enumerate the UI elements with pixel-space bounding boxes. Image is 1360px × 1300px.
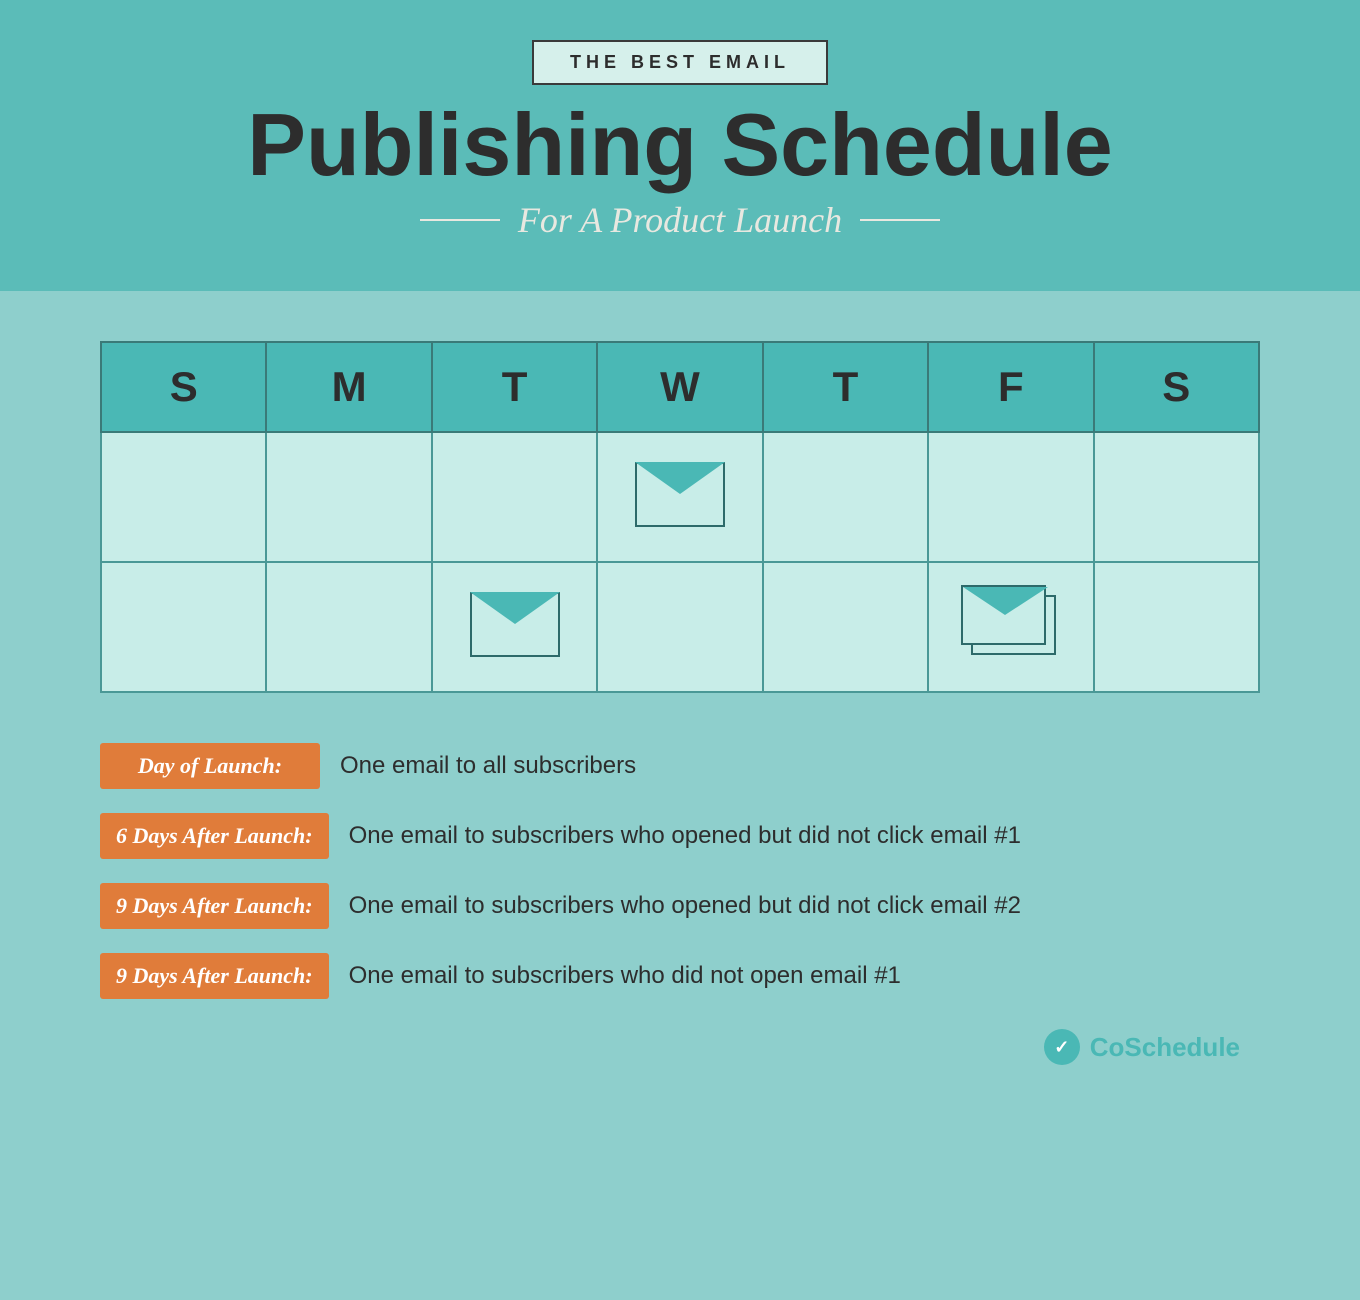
branding: ✓ CoSchedule — [100, 1029, 1260, 1065]
cell-r1-thu — [763, 432, 928, 562]
cell-r2-sun — [101, 562, 266, 692]
legend-badge-1: Day of Launch: — [100, 743, 320, 789]
cell-r2-thu — [763, 562, 928, 692]
day-header-mon: M — [266, 342, 431, 432]
calendar-row-1 — [101, 432, 1259, 562]
cell-r1-tue — [432, 432, 597, 562]
header-section: THE BEST EMAIL Publishing Schedule For A… — [0, 0, 1360, 291]
day-header-fri: F — [928, 342, 1093, 432]
main-content: S M T W T F S — [0, 291, 1360, 1105]
envelope-flap-tue — [470, 592, 560, 624]
cell-r1-sat — [1094, 432, 1259, 562]
envelope-flap — [635, 462, 725, 494]
cell-r1-wed — [597, 432, 762, 562]
envelope-front-flap — [963, 587, 1048, 615]
cell-r1-fri — [928, 432, 1093, 562]
header-line-left — [420, 219, 500, 221]
cell-r1-sun — [101, 432, 266, 562]
header-subtitle: For A Product Launch — [518, 199, 842, 241]
cell-r2-sat — [1094, 562, 1259, 692]
day-header-wed: W — [597, 342, 762, 432]
subtitle-row: For A Product Launch — [0, 199, 1360, 241]
legend-text-4: One email to subscribers who did not ope… — [349, 962, 901, 990]
legend-item-4: 9 Days After Launch: One email to subscr… — [100, 953, 1260, 999]
legend-text-1: One email to all subscribers — [340, 752, 636, 780]
day-header-sat: S — [1094, 342, 1259, 432]
legend: Day of Launch: One email to all subscrib… — [100, 743, 1260, 999]
day-header-thu: T — [763, 342, 928, 432]
cell-r2-fri — [928, 562, 1093, 692]
header-title: Publishing Schedule — [0, 101, 1360, 189]
coschedule-check-icon: ✓ — [1044, 1029, 1080, 1065]
cell-r2-tue — [432, 562, 597, 692]
envelope-front — [961, 585, 1046, 645]
legend-item-2: 6 Days After Launch: One email to subscr… — [100, 813, 1260, 859]
legend-text-3: One email to subscribers who opened but … — [349, 892, 1021, 920]
envelope-double-fri — [961, 585, 1061, 665]
envelope-wed — [635, 462, 725, 527]
header-line-right — [860, 219, 940, 221]
legend-item-3: 9 Days After Launch: One email to subscr… — [100, 883, 1260, 929]
calendar-header-row: S M T W T F S — [101, 342, 1259, 432]
cell-r1-mon — [266, 432, 431, 562]
legend-badge-3: 9 Days After Launch: — [100, 883, 329, 929]
header-badge: THE BEST EMAIL — [532, 40, 828, 85]
cell-r2-wed — [597, 562, 762, 692]
legend-badge-4: 9 Days After Launch: — [100, 953, 329, 999]
day-header-tue: T — [432, 342, 597, 432]
day-header-sun: S — [101, 342, 266, 432]
brand-name: CoSchedule — [1090, 1032, 1240, 1063]
cell-r2-mon — [266, 562, 431, 692]
legend-item-1: Day of Launch: One email to all subscrib… — [100, 743, 1260, 789]
calendar-table: S M T W T F S — [100, 341, 1260, 693]
legend-text-2: One email to subscribers who opened but … — [349, 822, 1021, 850]
legend-badge-2: 6 Days After Launch: — [100, 813, 329, 859]
envelope-tue — [470, 592, 560, 657]
calendar-row-2 — [101, 562, 1259, 692]
